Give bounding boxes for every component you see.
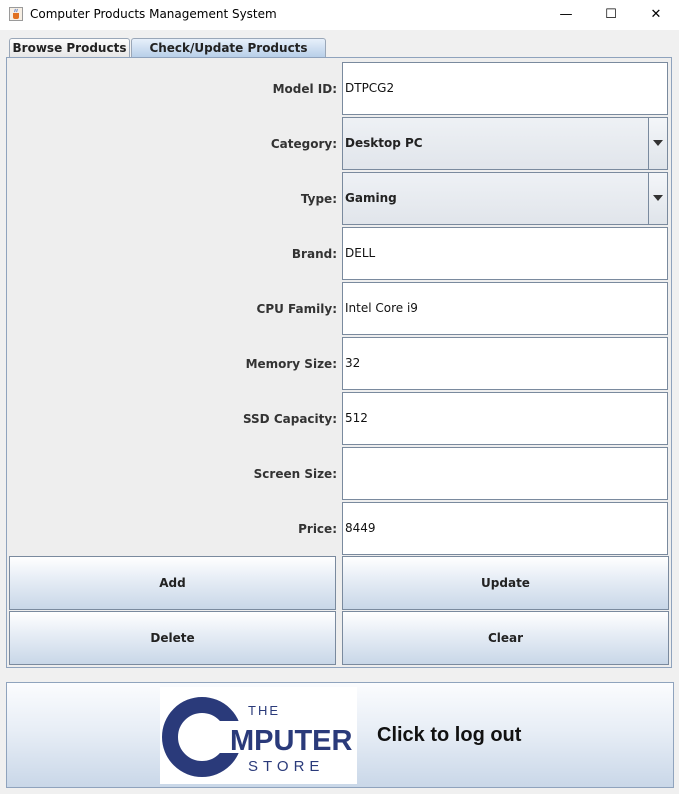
- computer-store-logo: THE MPUTER STORE: [160, 687, 357, 784]
- memory-size-label: Memory Size:: [245, 357, 337, 371]
- price-field[interactable]: 8449: [342, 502, 668, 555]
- minimize-button[interactable]: —: [543, 0, 589, 30]
- logo-the-text: THE: [248, 703, 280, 718]
- tab-browse-products[interactable]: Browse Products: [9, 38, 130, 57]
- memory-size-field[interactable]: 32: [342, 337, 668, 390]
- model-id-label: Model ID:: [272, 82, 337, 96]
- type-value: Gaming: [345, 191, 397, 205]
- type-select[interactable]: Gaming: [342, 172, 668, 225]
- cpu-family-label: CPU Family:: [256, 302, 337, 316]
- chevron-down-icon[interactable]: [648, 173, 667, 224]
- update-button[interactable]: Update: [342, 556, 669, 610]
- clear-button[interactable]: Clear: [342, 611, 669, 665]
- category-label: Category:: [270, 137, 337, 151]
- category-value: Desktop PC: [345, 136, 423, 150]
- brand-label: Brand:: [291, 247, 337, 261]
- brand-field[interactable]: DELL: [342, 227, 668, 280]
- add-button[interactable]: Add: [9, 556, 336, 610]
- type-label: Type:: [300, 192, 337, 206]
- product-details-panel: Model ID: DTPCG2 Category: Desktop PC Ty…: [6, 57, 672, 668]
- close-button[interactable]: ✕: [633, 0, 679, 30]
- logo-store-text: STORE: [248, 758, 324, 775]
- cpu-family-field[interactable]: Intel Core i9: [342, 282, 668, 335]
- category-select[interactable]: Desktop PC: [342, 117, 668, 170]
- price-label: Price:: [298, 522, 337, 536]
- tab-check-update-products[interactable]: Check/Update Products Details: [131, 38, 326, 74]
- model-id-field[interactable]: DTPCG2: [342, 62, 668, 115]
- logout-button[interactable]: THE MPUTER STORE Click to log out: [6, 682, 674, 788]
- logout-label: Click to log out: [377, 724, 522, 746]
- logo-computer-text: MPUTER: [230, 725, 353, 757]
- window-title: Computer Products Management System: [30, 7, 277, 21]
- title-bar: Computer Products Management System — ☐ …: [0, 0, 679, 30]
- chevron-down-icon[interactable]: [648, 118, 667, 169]
- java-cup-icon: [9, 7, 23, 21]
- screen-size-field[interactable]: [342, 447, 668, 500]
- ssd-capacity-field[interactable]: 512: [342, 392, 668, 445]
- maximize-button[interactable]: ☐: [588, 0, 634, 30]
- tab-strip: Browse Products Check/Update Products De…: [6, 38, 672, 74]
- ssd-capacity-label: SSD Capacity:: [242, 412, 337, 426]
- screen-size-label: Screen Size:: [253, 467, 337, 481]
- delete-button[interactable]: Delete: [9, 611, 336, 665]
